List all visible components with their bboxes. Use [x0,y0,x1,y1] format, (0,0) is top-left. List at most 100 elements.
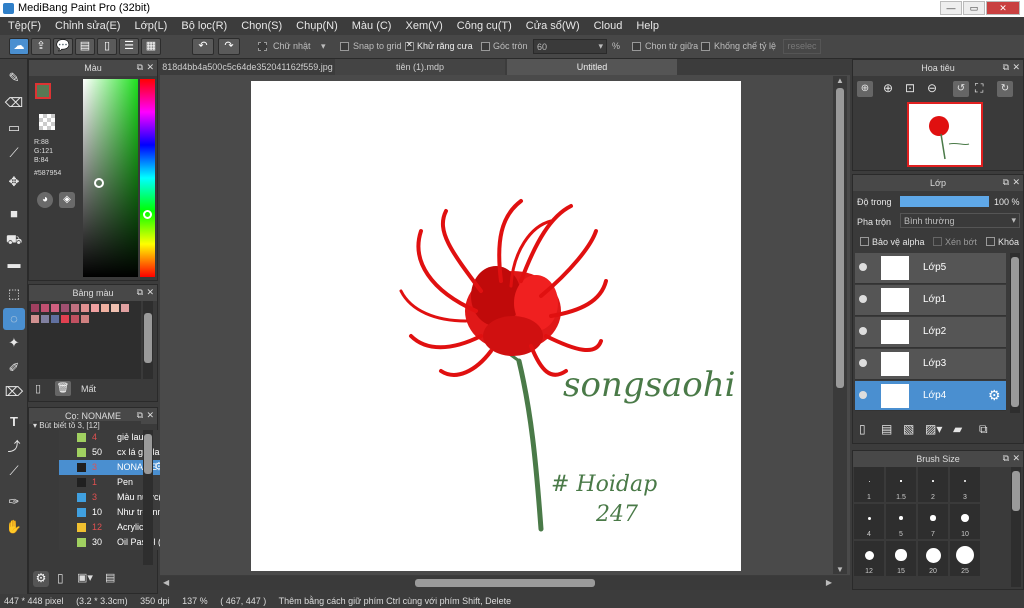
protect-alpha-checkbox[interactable] [860,237,869,246]
palette-swatch[interactable] [71,304,79,312]
brush-size-cell[interactable]: 1.5 [886,467,916,502]
select-rect-icon[interactable]: ⬚ [3,283,25,305]
eye-icon[interactable] [859,295,867,303]
brush-settings-icon[interactable]: ▤ [105,571,121,587]
canvas-vscrollbar[interactable]: ▲ ▼ [833,76,847,574]
palette-swatch[interactable] [31,315,39,323]
rotate-right-icon[interactable]: ↻ [997,81,1013,97]
close-icon[interactable]: ✕ [1012,453,1020,464]
list-icon[interactable]: ☰ [119,38,139,55]
lock-checkbox[interactable] [986,237,995,246]
fit-icon[interactable]: ⊡ [905,81,915,95]
menu-snap[interactable]: Chụp(N) [296,20,338,32]
undock-icon[interactable]: ⧉ [137,287,143,298]
layer-scrollbar[interactable] [1010,253,1020,413]
lasso-icon[interactable]: ◌ [3,308,25,330]
scroll-thumb[interactable] [144,313,152,363]
scroll-thumb[interactable] [144,434,152,474]
menu-view[interactable]: Xem(V) [405,20,442,32]
palette-swatch[interactable] [51,315,59,323]
brush-size-cell[interactable]: 4 [854,504,884,539]
brush-size-cell[interactable]: 10 [950,504,980,539]
brush-size-cell[interactable]: 7 [918,504,948,539]
canvas-hscrollbar[interactable]: ◀ ▶ [160,576,850,590]
tab-image[interactable]: 818d4bb4a500c5c64de352041162f559.jpg [160,59,335,76]
layer-row[interactable]: Lớp3 [855,349,1006,380]
reselect-button[interactable]: reselec [783,39,821,54]
menu-edit[interactable]: Chỉnh sửa(E) [55,20,120,32]
brush-group-header[interactable]: ▾ Bút biết tồ 3, [12] [33,421,141,430]
arrow-down-icon[interactable]: ▼ [836,565,844,574]
magic-wand-icon[interactable]: ✦ [3,332,25,354]
palette-swatch[interactable] [111,304,119,312]
move-icon[interactable]: ✥ [3,171,25,193]
palette-swatch[interactable] [101,304,109,312]
palette-swatch[interactable] [91,304,99,312]
brush-size-cell[interactable]: 2 [918,467,948,502]
gear-icon[interactable]: ⚙ [988,387,1001,404]
menu-color[interactable]: Màu (C) [352,20,392,32]
brush-size-cell[interactable]: 20 [918,541,948,576]
new-8bit-layer-icon[interactable]: ▧ [903,422,914,436]
ratio-checkbox[interactable] [701,42,710,51]
palette-scrollbar[interactable] [143,301,153,379]
rectangle-icon[interactable]: ▭ [3,117,25,139]
undock-icon[interactable]: ⧉ [137,410,143,421]
palette-swatch[interactable] [51,304,59,312]
opacity-slider[interactable] [900,196,989,207]
fill-rect-icon[interactable]: ■ [3,203,25,225]
chevron-down-icon[interactable]: ▾ [598,41,603,52]
undock-icon[interactable]: ⧉ [1003,453,1009,464]
brush-size-cell[interactable]: 15 [886,541,916,576]
arrow-left-icon[interactable]: ◀ [163,578,169,587]
eraser-icon[interactable]: ⌫ [3,92,25,114]
brush-scrollbar[interactable] [143,430,153,565]
brush-size-cell[interactable]: 25 [950,541,980,576]
undock-icon[interactable]: ⧉ [137,62,143,73]
corner-value-field[interactable]: 60 ▾ [533,39,607,54]
tab-untitled[interactable]: Untitled [507,59,677,76]
menu-window[interactable]: Cửa sổ(W) [526,20,580,32]
cloud-icon[interactable]: ☁ [9,38,29,55]
zoom-in-icon[interactable]: ⊕ [883,81,893,95]
shape-select[interactable]: Chữ nhật [273,41,311,51]
grid-icon[interactable]: ▦ [141,38,161,55]
antialias-checkbox[interactable] [405,40,414,51]
palette-swatch[interactable] [61,304,69,312]
hue-handle[interactable] [143,210,152,219]
menu-help[interactable]: Help [636,20,659,32]
minimize-button[interactable]: — [940,1,962,15]
layer-row-selected[interactable]: Lớp4 ⚙ [855,381,1006,411]
palette-swatch[interactable] [81,315,89,323]
undo-icon[interactable]: ↶ [192,38,214,55]
select-pen-icon[interactable]: ✐ [3,357,25,379]
hue-slider[interactable] [140,79,155,277]
select-eraser-icon[interactable]: ⌦ [3,381,25,403]
brush-icon[interactable]: ✎ [3,67,25,89]
eye-icon[interactable] [859,263,867,271]
menu-filter[interactable]: Bộ lọc(R) [181,20,227,32]
menu-tools[interactable]: Công cụ(T) [457,20,512,32]
menu-cloud[interactable]: Cloud [594,20,623,32]
palette-swatch[interactable] [41,315,49,323]
document-canvas[interactable]: songsaohi # Hoidap 247 [251,81,741,571]
brush-size-cell[interactable]: 1 [854,467,884,502]
zoom-out-icon[interactable]: ⊖ [927,81,937,95]
gradient-icon[interactable]: ▬ [3,253,25,275]
eye-icon[interactable] [859,391,867,399]
brush-add-icon[interactable]: ⚙ [33,571,49,587]
transparent-color[interactable] [39,114,55,130]
fullscreen-icon[interactable]: ⛶ [975,81,983,96]
scroll-thumb[interactable] [1012,471,1020,511]
undock-icon[interactable]: ⧉ [1003,62,1009,73]
eye-icon[interactable] [859,359,867,367]
share-icon[interactable]: ⇪ [31,38,51,55]
menu-select[interactable]: Chọn(S) [241,20,282,32]
layer-row[interactable]: Lớp2 [855,317,1006,348]
palette-swatch[interactable] [41,304,49,312]
text-icon[interactable]: T [3,411,25,433]
maximize-button[interactable]: ▭ [963,1,985,15]
new-palette-icon[interactable]: ▯ [35,382,49,396]
palette-swatch[interactable] [121,304,129,312]
round-corner-checkbox[interactable] [481,42,490,51]
